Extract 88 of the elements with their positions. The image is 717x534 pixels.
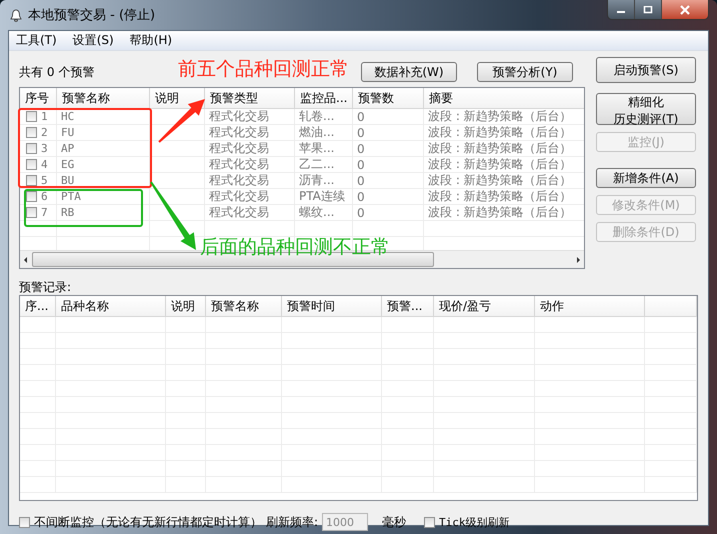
checkbox[interactable] <box>26 175 37 186</box>
column-header[interactable]: 监控品... <box>295 88 353 108</box>
checkbox[interactable] <box>26 127 37 138</box>
annotation-text: 前五个品种回测正常 <box>178 57 349 82</box>
column-header[interactable]: 品种名称 <box>56 296 166 316</box>
table-cell: 程式化交易 <box>209 172 269 189</box>
window-title: 本地预警交易 - (停止) <box>28 7 156 24</box>
checkbox[interactable] <box>26 191 37 202</box>
checkbox[interactable] <box>19 516 30 528</box>
table-cell: 4 <box>41 158 48 171</box>
table-cell: 程式化交易 <box>209 204 269 221</box>
column-header[interactable]: 预警数 <box>353 88 424 108</box>
table-cell: 1 <box>41 110 48 123</box>
column-header[interactable]: 序... <box>20 296 56 316</box>
menu-item[interactable]: 工具(T) <box>16 32 57 49</box>
table-cell: 波段 : 新趋势策略（后台） <box>428 140 572 157</box>
column-header[interactable]: 预警类型 <box>205 88 295 108</box>
table-cell: HC <box>61 110 74 123</box>
table-cell: 2 <box>41 126 48 139</box>
menu-item[interactable]: 帮助(H) <box>130 32 172 49</box>
table-cell: 程式化交易 <box>209 140 269 157</box>
toolbar-button[interactable]: 数据补充(W) <box>361 62 457 82</box>
checkbox[interactable] <box>26 111 37 122</box>
table-cell: 0 <box>357 158 365 172</box>
action-button[interactable]: 新增条件(A) <box>596 168 696 188</box>
table-cell: 程式化交易 <box>209 108 269 125</box>
checkbox[interactable] <box>26 207 37 218</box>
table-cell: EG <box>61 158 74 171</box>
toolbar-button[interactable]: 预警分析(Y) <box>477 62 573 82</box>
column-header[interactable]: 动作 <box>535 296 645 316</box>
alert-count-label: 共有 0 个预警 <box>19 64 94 80</box>
table-cell: PTA连续 <box>299 188 345 205</box>
table-cell: 波段 : 新趋势策略（后台） <box>428 124 572 141</box>
column-header[interactable]: 预警名称 <box>57 88 150 108</box>
table-cell: 5 <box>41 174 48 187</box>
table-cell: FU <box>61 126 74 139</box>
column-header[interactable]: 预警... <box>382 296 434 316</box>
checkbox[interactable] <box>26 143 37 154</box>
checkbox[interactable] <box>26 159 37 170</box>
table-cell: 轧卷... <box>299 108 334 125</box>
refresh-rate-label: 刷新频率: <box>266 514 318 530</box>
column-header[interactable]: 预警时间 <box>282 296 382 316</box>
annotation-text: 后面的品种回测不正常 <box>200 235 390 260</box>
table-cell: 0 <box>357 174 365 188</box>
table-cell: 沥青... <box>299 172 334 189</box>
table-cell: 波段 : 新趋势策略（后台） <box>428 204 572 221</box>
column-header[interactable]: 现价/盈亏 <box>434 296 535 316</box>
table-cell: 0 <box>357 110 365 124</box>
table-cell: RB <box>61 206 74 219</box>
table-cell: 程式化交易 <box>209 156 269 173</box>
table-cell: 波段 : 新趋势策略（后台） <box>428 188 572 205</box>
close-button[interactable] <box>662 0 708 19</box>
checkbox-label: Tick级别刷新 <box>439 514 510 530</box>
table-cell: AP <box>61 142 74 155</box>
table-cell: 程式化交易 <box>209 188 269 205</box>
table-cell: 螺纹... <box>299 204 334 221</box>
action-button[interactable]: 启动预警(S) <box>596 57 696 83</box>
arrow <box>150 181 196 250</box>
table-cell: 程式化交易 <box>209 124 269 141</box>
action-button[interactable]: 精细化 历史测评(T) <box>596 93 696 125</box>
table-cell: PTA <box>61 190 81 203</box>
minimize-button[interactable] <box>608 0 635 19</box>
table-cell: 乙二... <box>299 156 334 173</box>
records-label: 预警记录: <box>19 279 72 295</box>
table-cell: 苹果... <box>299 140 334 157</box>
unit-label: 毫秒 <box>382 514 406 530</box>
table-cell: 0 <box>357 126 365 140</box>
table-cell: 7 <box>41 206 48 219</box>
checkbox[interactable] <box>424 516 436 528</box>
table-cell: 波段 : 新趋势策略（后台） <box>428 172 572 189</box>
table-cell: 0 <box>357 142 365 156</box>
table-cell: 0 <box>357 206 365 220</box>
checkbox-label: 不间断监控（无论有无新行情都定时计算） <box>34 514 262 530</box>
column-header[interactable]: 说明 <box>166 296 206 316</box>
column-header[interactable]: 预警名称 <box>206 296 282 316</box>
bell-icon <box>10 8 22 22</box>
menu-item[interactable]: 设置(S) <box>72 32 114 49</box>
table-cell: 燃油... <box>299 124 334 141</box>
table-cell: 0 <box>357 190 365 204</box>
maximize-button[interactable] <box>635 0 662 19</box>
table-cell: BU <box>61 174 74 187</box>
table-cell: 6 <box>41 190 48 203</box>
table-cell: 波段 : 新趋势策略（后台） <box>428 156 572 173</box>
close-icon <box>679 4 691 14</box>
table-cell: 3 <box>41 142 48 155</box>
maximize-icon <box>643 6 653 14</box>
table-cell: 波段 : 新趋势策略（后台） <box>428 108 572 125</box>
column-header[interactable]: 序号 <box>20 88 57 108</box>
